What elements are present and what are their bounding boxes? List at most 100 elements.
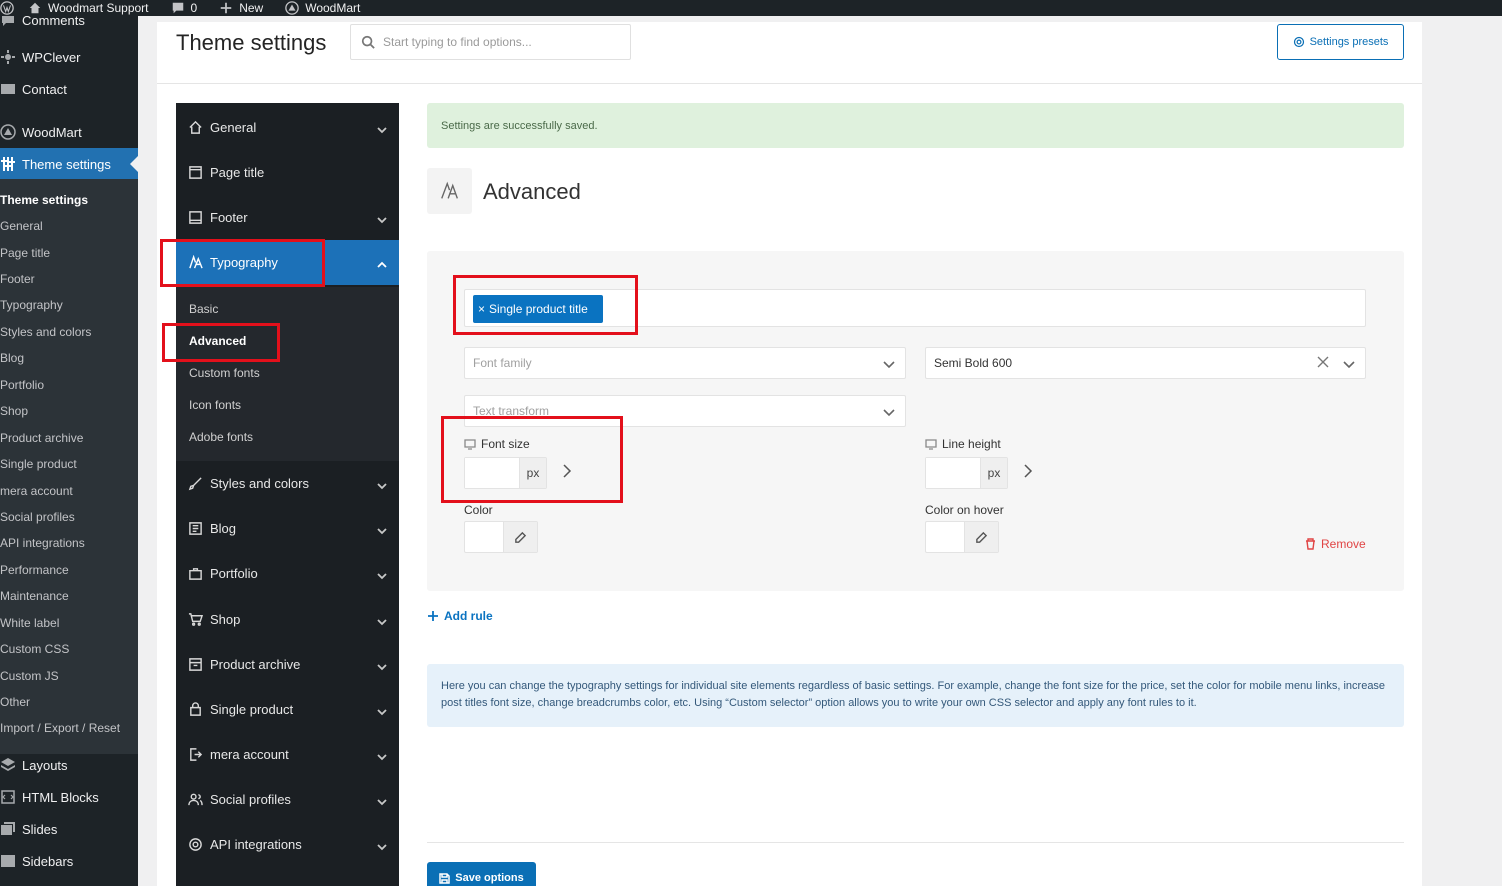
- eyedropper-icon[interactable]: [503, 522, 537, 552]
- wp-sub-portfolio[interactable]: Portfolio: [0, 374, 138, 396]
- wp-sub-my-account[interactable]: mera account: [0, 480, 138, 502]
- woodmart-logo-icon: [0, 124, 16, 140]
- eyedropper-icon[interactable]: [964, 522, 998, 552]
- new-content-link[interactable]: New: [219, 1, 263, 15]
- nav-item-my-account[interactable]: mera account: [176, 732, 399, 777]
- subnav-adobe-fonts[interactable]: Adobe fonts: [189, 427, 253, 447]
- wp-sub-white-label[interactable]: White label: [0, 612, 138, 634]
- wp-menu-layouts[interactable]: Layouts: [0, 749, 138, 781]
- chevron-right-icon[interactable]: [562, 464, 572, 478]
- subnav-icon-fonts[interactable]: Icon fonts: [189, 395, 241, 415]
- blog-icon: [188, 521, 203, 536]
- wp-menu-sidebars[interactable]: Sidebars: [0, 845, 138, 877]
- wp-sub-social-profiles[interactable]: Social profiles: [0, 506, 138, 528]
- settings-presets-button[interactable]: Settings presets: [1277, 24, 1404, 60]
- subnav-basic[interactable]: Basic: [189, 299, 218, 319]
- settings-header: Theme settings Settings presets: [157, 22, 1422, 84]
- archive-icon: [188, 657, 203, 672]
- color-picker[interactable]: [464, 521, 538, 553]
- wp-menu-wpclever[interactable]: WPClever: [0, 41, 138, 73]
- comments-link[interactable]: 0: [171, 1, 197, 15]
- color-swatch[interactable]: [465, 522, 503, 552]
- code-icon: [1, 790, 15, 804]
- wp-menu-woodmart[interactable]: WoodMart: [0, 116, 138, 148]
- site-name-label: Woodmart Support: [48, 1, 149, 15]
- woodmart-link[interactable]: WoodMart: [285, 1, 360, 15]
- wp-sub-performance[interactable]: Performance: [0, 559, 138, 581]
- add-rule-button[interactable]: Add rule: [427, 609, 493, 623]
- clear-icon[interactable]: [1317, 356, 1329, 368]
- nav-item-social-profiles[interactable]: Social profiles: [176, 777, 399, 822]
- selector-field[interactable]: × Single product title: [464, 289, 1366, 327]
- font-weight-select[interactable]: Semi Bold 600: [925, 347, 1366, 379]
- selector-tag[interactable]: × Single product title: [473, 295, 603, 323]
- search-input[interactable]: [383, 35, 613, 49]
- wp-menu-theme-settings[interactable]: Theme settings: [0, 148, 138, 180]
- wp-sub-import-export[interactable]: Import / Export / Reset: [0, 717, 138, 739]
- wordpress-logo-icon[interactable]: [0, 1, 14, 15]
- color-hover-label: Color on hover: [925, 503, 1004, 517]
- font-size-unit[interactable]: px: [519, 458, 546, 488]
- wp-sub-page-title[interactable]: Page title: [0, 242, 138, 264]
- remove-rule-button[interactable]: Remove: [1305, 537, 1366, 551]
- wp-sub-blog[interactable]: Blog: [0, 347, 138, 369]
- wp-sub-styles-colors[interactable]: Styles and colors: [0, 321, 138, 343]
- wp-sub-maintenance[interactable]: Maintenance: [0, 585, 138, 607]
- wp-sub-theme-settings[interactable]: Theme settings: [0, 189, 138, 211]
- sidebar-icon: [1, 855, 15, 867]
- nav-item-footer[interactable]: Footer: [176, 195, 399, 240]
- desktop-icon[interactable]: [464, 438, 476, 450]
- wp-sub-shop[interactable]: Shop: [0, 400, 138, 422]
- chevron-right-icon[interactable]: [1023, 464, 1033, 478]
- nav-item-typography[interactable]: Typography: [176, 240, 399, 285]
- wp-menu-slides[interactable]: Slides: [0, 813, 138, 845]
- close-icon[interactable]: ×: [478, 302, 485, 316]
- wp-menu-label: Layouts: [22, 757, 68, 773]
- font-size-input[interactable]: px: [464, 457, 547, 489]
- nav-item-label: General: [210, 120, 257, 135]
- color-swatch[interactable]: [926, 522, 964, 552]
- line-height-value[interactable]: [926, 458, 980, 488]
- save-options-label: Save options: [455, 872, 524, 884]
- nav-item-blog[interactable]: Blog: [176, 506, 399, 551]
- line-height-unit[interactable]: px: [980, 458, 1007, 488]
- nav-item-page-title[interactable]: Page title: [176, 150, 399, 195]
- font-size-value[interactable]: [465, 458, 519, 488]
- nav-item-shop[interactable]: Shop: [176, 597, 399, 642]
- line-height-label-text: Line height: [942, 437, 1001, 451]
- wp-sub-footer[interactable]: Footer: [0, 268, 138, 290]
- wp-sub-typography[interactable]: Typography: [0, 294, 138, 316]
- nav-item-single-product[interactable]: Single product: [176, 687, 399, 732]
- nav-item-label: Social profiles: [210, 792, 291, 807]
- font-family-select[interactable]: Font family: [464, 347, 906, 379]
- save-options-button[interactable]: Save options: [427, 862, 536, 886]
- color-hover-picker[interactable]: [925, 521, 999, 553]
- wp-sub-other[interactable]: Other: [0, 691, 138, 713]
- section-title: Advanced: [483, 179, 581, 204]
- page-icon: [188, 165, 203, 180]
- line-height-input[interactable]: px: [925, 457, 1008, 489]
- wp-sub-single-product[interactable]: Single product: [0, 453, 138, 475]
- wp-sub-general[interactable]: General: [0, 215, 138, 237]
- nav-item-api-integrations[interactable]: API integrations: [176, 822, 399, 867]
- subnav-advanced[interactable]: Advanced: [189, 331, 246, 351]
- nav-item-general[interactable]: General: [176, 105, 399, 150]
- desktop-icon[interactable]: [925, 438, 937, 450]
- site-name-link[interactable]: Woodmart Support: [28, 1, 149, 15]
- nav-item-styles-colors[interactable]: Styles and colors: [176, 461, 399, 506]
- subnav-custom-fonts[interactable]: Custom fonts: [189, 363, 260, 383]
- wp-sub-product-archive[interactable]: Product archive: [0, 427, 138, 449]
- options-search[interactable]: [350, 24, 631, 60]
- text-transform-select[interactable]: Text transform: [464, 395, 906, 427]
- nav-item-product-archive[interactable]: Product archive: [176, 642, 399, 687]
- wp-menu-html-blocks[interactable]: HTML Blocks: [0, 781, 138, 813]
- nav-item-label: Single product: [210, 702, 294, 717]
- wp-sub-custom-css[interactable]: Custom CSS: [0, 638, 138, 660]
- wp-sub-custom-js[interactable]: Custom JS: [0, 665, 138, 687]
- wp-sub-api-integrations[interactable]: API integrations: [0, 532, 138, 554]
- nav-item-portfolio[interactable]: Portfolio: [176, 551, 399, 596]
- nav-item-label: Shop: [210, 612, 241, 627]
- wp-menu-contact[interactable]: Contact: [0, 73, 138, 105]
- font-size-label: Font size: [464, 437, 530, 451]
- footer-icon: [188, 210, 203, 225]
